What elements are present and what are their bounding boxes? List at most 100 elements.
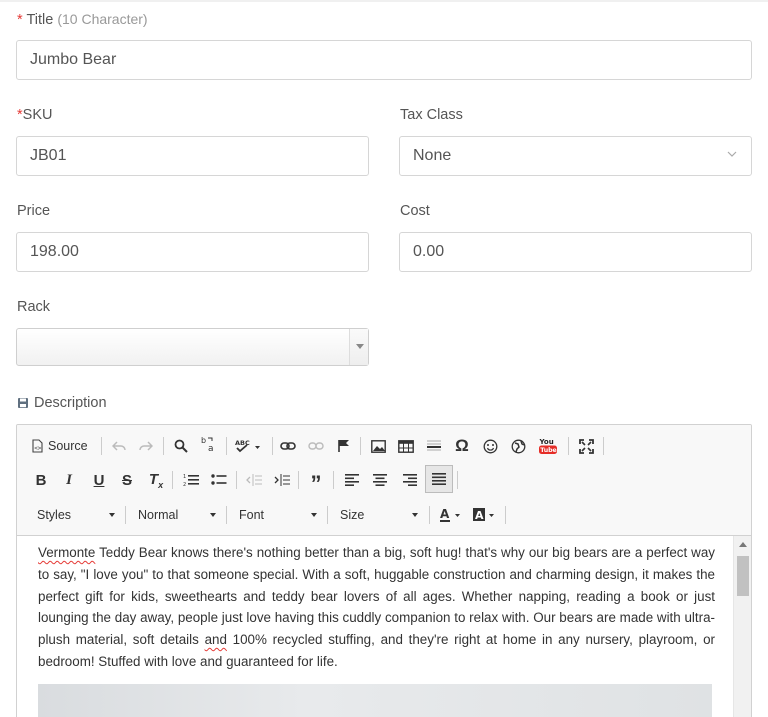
sku-input[interactable]: JB01	[16, 136, 369, 176]
caret-down-icon	[210, 513, 216, 517]
price-label: Price	[17, 203, 50, 219]
save-icon	[18, 398, 28, 408]
font-dropdown[interactable]: Font	[239, 504, 321, 526]
editor-scrollbar[interactable]	[733, 536, 751, 717]
toolbar-separator	[298, 471, 299, 489]
rack-label-text: Rack	[17, 299, 51, 315]
format-dropdown[interactable]: Normal	[138, 504, 220, 526]
cost-input[interactable]: 0.00	[399, 232, 752, 272]
chevron-down-icon	[727, 151, 737, 157]
horizontal-line-icon	[427, 440, 441, 451]
flag-icon	[338, 440, 349, 452]
align-justify-icon	[432, 473, 446, 485]
link-icon	[280, 442, 296, 450]
anchor-button[interactable]	[333, 434, 355, 458]
styles-dropdown[interactable]: Styles	[37, 504, 119, 526]
rack-dropdown-button[interactable]	[349, 329, 368, 365]
toolbar-separator	[333, 471, 334, 489]
description-label-text: Description	[34, 395, 107, 411]
align-center-button[interactable]	[369, 468, 391, 492]
tax-class-select[interactable]: None	[399, 136, 752, 176]
embedded-product-image	[38, 684, 712, 717]
caret-down-icon	[109, 513, 115, 517]
search-icon	[174, 439, 188, 453]
iframe-button[interactable]	[507, 434, 529, 458]
scroll-up-icon[interactable]	[739, 542, 747, 547]
sku-label: *SKU	[17, 107, 52, 123]
svg-text:<>: <>	[34, 445, 42, 452]
title-label-text: Title	[26, 12, 54, 28]
required-mark: *	[17, 12, 23, 28]
redo-button[interactable]	[135, 434, 157, 458]
link-button[interactable]	[277, 434, 299, 458]
underline-button[interactable]: U	[89, 468, 109, 492]
bullet-list-button[interactable]	[208, 468, 230, 492]
caret-down-icon	[356, 344, 364, 349]
toolbar-separator	[125, 506, 126, 524]
text-color-button[interactable]: A	[437, 503, 465, 527]
tax-class-value: None	[413, 147, 452, 164]
bold-button[interactable]: B	[31, 468, 51, 492]
toolbar-separator	[226, 437, 227, 455]
size-dropdown[interactable]: Size	[340, 504, 422, 526]
indent-icon	[274, 474, 290, 486]
title-input[interactable]: Jumbo Bear	[16, 40, 752, 80]
font-label: Font	[239, 508, 265, 522]
caret-down-icon	[311, 513, 317, 517]
description-paragraph: Vermonte Teddy Bear knows there's nothin…	[38, 542, 715, 673]
align-right-button[interactable]	[399, 468, 421, 492]
outdent-icon	[246, 474, 262, 486]
align-right-icon	[403, 474, 417, 486]
toolbar-separator	[272, 437, 273, 455]
svg-text:A: A	[440, 507, 450, 521]
spellcheck-button[interactable]: ABC	[233, 434, 263, 458]
image-icon	[370, 439, 386, 453]
toolbar-separator	[163, 437, 164, 455]
rich-text-editor[interactable]: <> Source ba ABC Ω You Tube B I U S Tx 12	[16, 424, 752, 717]
table-button[interactable]	[395, 434, 417, 458]
find-button[interactable]	[170, 434, 192, 458]
rack-label: Rack	[17, 299, 50, 315]
rack-select[interactable]	[16, 328, 369, 366]
title-label: * Title (10 Character)	[17, 11, 148, 28]
indent-button[interactable]	[271, 468, 293, 492]
remove-format-button[interactable]: Tx	[145, 468, 167, 492]
italic-icon: I	[66, 471, 72, 488]
scrollbar-thumb[interactable]	[737, 556, 749, 596]
size-label: Size	[340, 508, 365, 522]
smiley-icon	[483, 439, 497, 453]
svg-text:b: b	[201, 436, 206, 445]
source-button[interactable]: <> Source	[31, 434, 88, 458]
title-hint: (10 Character)	[57, 11, 148, 27]
align-left-button[interactable]	[341, 468, 363, 492]
toolbar-separator	[101, 437, 102, 455]
svg-text:2: 2	[183, 482, 186, 487]
svg-text:ABC: ABC	[235, 439, 250, 447]
smiley-button[interactable]	[479, 434, 501, 458]
toolbar-separator	[226, 506, 227, 524]
outdent-button[interactable]	[243, 468, 265, 492]
image-button[interactable]	[367, 434, 389, 458]
align-justify-button[interactable]	[425, 465, 453, 493]
sku-value: JB01	[30, 147, 67, 164]
maximize-button[interactable]	[575, 434, 597, 458]
numbered-list-button[interactable]: 12	[180, 468, 202, 492]
italic-button[interactable]: I	[59, 468, 79, 492]
top-border	[0, 0, 768, 2]
toolbar-separator	[327, 506, 328, 524]
youtube-button[interactable]: You Tube	[535, 434, 561, 458]
price-input[interactable]: 198.00	[16, 232, 369, 272]
special-char-button[interactable]: Ω	[451, 434, 473, 458]
blockquote-button[interactable]: ”	[305, 468, 327, 495]
cost-label-text: Cost	[400, 203, 430, 219]
align-left-icon	[345, 474, 359, 486]
toolbar-separator	[429, 506, 430, 524]
strikethrough-button[interactable]: S	[117, 468, 137, 492]
undo-button[interactable]	[108, 434, 130, 458]
toolbar-separator	[603, 437, 604, 455]
unlink-button[interactable]	[305, 434, 327, 458]
replace-button[interactable]: ba	[198, 432, 220, 456]
maximize-icon	[578, 438, 594, 454]
background-color-button[interactable]: A	[471, 503, 499, 527]
horizontal-line-button[interactable]	[423, 434, 445, 458]
